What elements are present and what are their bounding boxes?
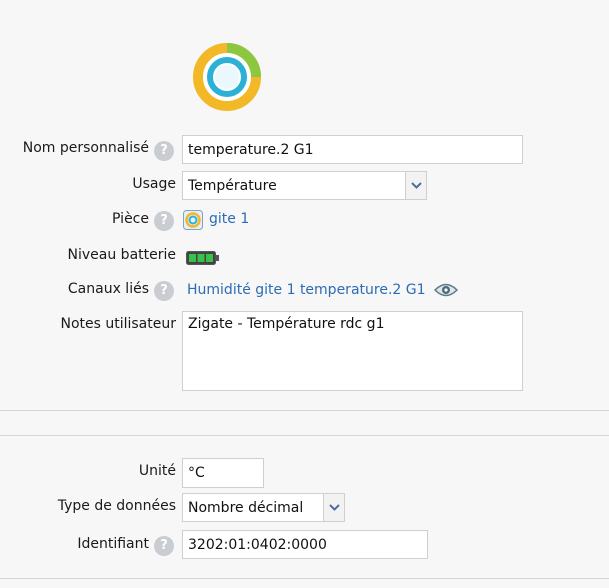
eye-icon[interactable] [433,282,459,298]
linked-channel-link[interactable]: Humidité gite 1 temperature.2 G1 [187,282,426,298]
unit-input[interactable]: °C [182,458,264,488]
room-link[interactable]: gite 1 [209,211,249,227]
help-icon[interactable]: ? [154,211,174,231]
chevron-down-icon[interactable] [405,172,426,199]
data-type-select[interactable]: Nombre décimal [182,493,345,522]
identifier-input[interactable]: 3202:01:0402:0000 [182,530,428,559]
section-divider [0,435,609,436]
data-type-select-value: Nombre décimal [188,499,304,516]
room-label: Pièce [112,211,149,227]
usage-select[interactable]: Température [182,171,427,200]
battery-label: Niveau batterie [67,247,176,263]
chevron-down-icon[interactable] [323,494,344,521]
device-type-icon [192,42,262,112]
usage-label: Usage [132,176,176,192]
help-icon[interactable]: ? [154,141,174,161]
custom-name-input[interactable]: temperature.2 G1 [182,135,523,164]
custom-name-label: Nom personnalisé [22,140,149,156]
section-divider [0,410,609,411]
help-icon[interactable]: ? [154,281,174,301]
battery-icon [186,251,220,265]
user-notes-label: Notes utilisateur [60,316,176,332]
linked-channels-label: Canaux liés [67,281,149,297]
section-divider [0,578,609,579]
data-type-label: Type de données [57,498,176,514]
room-icon [183,210,203,230]
usage-select-value: Température [188,177,277,194]
user-notes-textarea[interactable]: Zigate - Température rdc g1 [182,311,523,391]
unit-label: Unité [138,463,176,479]
identifier-label: Identifiant [77,536,149,552]
help-icon[interactable]: ? [154,536,174,556]
